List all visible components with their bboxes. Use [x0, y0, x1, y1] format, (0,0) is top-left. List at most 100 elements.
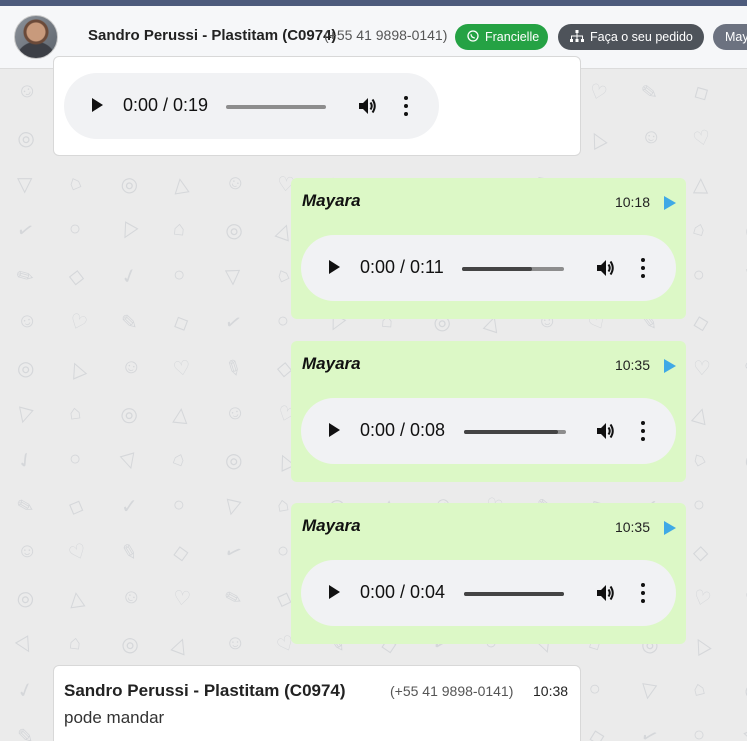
volume-icon[interactable] [594, 582, 616, 604]
wallpaper-doodle-icon: ⌂ [64, 170, 85, 196]
wallpaper-doodle-icon: △ [65, 355, 89, 383]
order-button-label: Faça o seu pedido [590, 30, 693, 44]
audio-time: 0:00 / 0:08 [360, 420, 446, 440]
order-button[interactable]: Faça o seu pedido [558, 24, 704, 50]
audio-seek-bar[interactable] [226, 105, 326, 109]
wallpaper-doodle-icon: ◇ [65, 493, 88, 521]
wallpaper-doodle-icon: ◎ [222, 217, 246, 245]
play-indicator-icon[interactable] [664, 196, 676, 210]
wallpaper-doodle-icon: ✎ [120, 311, 138, 335]
audio-play-icon[interactable] [329, 423, 340, 437]
wallpaper-doodle-icon: ✎ [741, 355, 747, 383]
wallpaper-doodle-icon: ○ [169, 262, 189, 288]
wallpaper-doodle-icon: ☺ [118, 353, 144, 381]
wallpaper-doodle-icon: ✓ [120, 495, 138, 519]
audio-play-icon[interactable] [329, 260, 340, 274]
wallpaper-doodle-icon: ⌂ [275, 493, 291, 517]
wallpaper-doodle-icon: ◎ [17, 358, 35, 380]
wallpaper-doodle-icon: ◎ [118, 632, 142, 658]
wallpaper-doodle-icon: ◇ [692, 541, 709, 565]
wallpaper-doodle-icon: △ [692, 173, 709, 197]
wallpaper-doodle-icon: △ [688, 631, 714, 659]
wallpaper-doodle-icon: ☺ [222, 399, 249, 427]
wallpaper-doodle-icon: ⌂ [171, 217, 187, 241]
audio-seek-bar[interactable] [464, 592, 564, 596]
message-bubble-outgoing: Mayara 10:35 0:00 / 0:08 [291, 341, 686, 482]
audio-play-icon[interactable] [329, 585, 340, 599]
more-options-icon[interactable] [403, 94, 409, 118]
contact-avatar[interactable] [14, 15, 58, 59]
wallpaper-doodle-icon: ⌂ [690, 676, 708, 702]
wallpaper-doodle-icon: ✓ [741, 309, 747, 337]
wallpaper-doodle-icon: ✎ [741, 125, 747, 153]
wallpaper-doodle-icon: ♡ [65, 539, 91, 567]
wallpaper-doodle-icon: ◎ [743, 219, 747, 243]
audio-play-icon[interactable] [92, 98, 103, 112]
wallpaper-doodle-icon: ▽ [741, 493, 747, 521]
wallpaper-doodle-icon: ○ [584, 676, 606, 702]
wallpaper-doodle-icon: ◎ [116, 401, 143, 429]
audio-player[interactable]: 0:00 / 0:19 [64, 73, 439, 139]
wallpaper-doodle-icon: ○ [276, 539, 291, 563]
contact-name: Sandro Perussi - Plastitam (C0974) [88, 27, 337, 44]
wallpaper-doodle-icon: ♡ [690, 126, 714, 152]
audio-seek-fill [464, 430, 558, 434]
wallpaper-doodle-icon: ⌂ [688, 446, 710, 472]
wallpaper-doodle-icon: ✎ [12, 263, 39, 291]
wallpaper-doodle-icon: ⌂ [67, 401, 83, 425]
wallpaper-doodle-icon: ✎ [743, 587, 747, 611]
wallpaper-doodle-icon: ☺ [743, 630, 747, 656]
volume-icon[interactable] [594, 257, 616, 279]
wallpaper-doodle-icon: ▽ [14, 402, 35, 428]
audio-player[interactable]: 0:00 / 0:04 [301, 560, 676, 626]
wallpaper-doodle-icon: ▽ [224, 265, 241, 289]
play-indicator-icon[interactable] [664, 521, 676, 535]
volume-icon[interactable] [594, 420, 616, 442]
wallpaper-doodle-icon: ♡ [65, 309, 91, 337]
wallpaper-doodle-icon: ○ [692, 723, 706, 741]
wallpaper-doodle-icon: ▽ [116, 217, 141, 245]
wallpaper-doodle-icon: ⌂ [67, 631, 83, 655]
message-bubble-outgoing: Mayara 10:18 0:00 / 0:11 [291, 178, 686, 319]
audio-seek-bar[interactable] [464, 430, 566, 434]
more-options-icon[interactable] [640, 256, 646, 280]
wallpaper-doodle-icon: ◇ [169, 309, 193, 337]
wallpaper-doodle-icon: ▽ [639, 678, 658, 704]
wallpaper-doodle-icon: ⌂ [169, 446, 189, 472]
wallpaper-doodle-icon: △ [171, 403, 190, 427]
wallpaper-doodle-icon: ☺ [12, 76, 42, 106]
more-options-icon[interactable] [640, 581, 646, 605]
audio-player[interactable]: 0:00 / 0:08 [301, 398, 676, 464]
volume-icon[interactable] [356, 95, 378, 117]
message-bubble-incoming: Sandro Perussi - Plastitam (C0974) (+55 … [53, 665, 581, 741]
agent-button-francielle[interactable]: Francielle [455, 24, 548, 50]
wallpaper-doodle-icon: ▽ [118, 448, 140, 474]
audio-time: 0:00 / 0:11 [360, 257, 444, 277]
wallpaper-doodle-icon: ▽ [12, 631, 38, 659]
wallpaper-doodle-icon: ♡ [171, 356, 193, 382]
message-sender-phone: (+55 41 9898-0141) [390, 683, 514, 699]
wallpaper-doodle-icon: ✓ [741, 539, 747, 567]
wallpaper-doodle-icon: ✎ [118, 540, 141, 566]
message-time: 10:38 [533, 683, 569, 699]
wallpaper-doodle-icon: ◎ [14, 126, 38, 152]
wallpaper-doodle-icon: ♡ [692, 357, 712, 381]
wallpaper-doodle-icon: ⌂ [690, 216, 709, 242]
wallpaper-doodle-icon: △ [584, 125, 609, 153]
wallpaper-doodle-icon: ✓ [118, 264, 141, 290]
wallpaper-doodle-icon: ○ [275, 309, 291, 333]
wallpaper-doodle-icon: ◎ [118, 172, 141, 198]
wallpaper-doodle-icon: ♡ [690, 585, 714, 613]
wallpaper-doodle-icon: ☺ [221, 168, 250, 198]
wallpaper-doodle-icon: ✎ [220, 355, 246, 383]
message-time: 10:35 [614, 519, 650, 535]
more-options-icon[interactable] [640, 419, 646, 443]
play-indicator-icon[interactable] [664, 359, 676, 373]
audio-player[interactable]: 0:00 / 0:11 [301, 235, 676, 301]
wallpaper-doodle-icon: ◇ [171, 540, 191, 566]
agent-button-may[interactable]: May [713, 24, 747, 50]
audio-seek-bar[interactable] [462, 267, 564, 271]
message-sender: Mayara [302, 516, 361, 535]
wallpaper-doodle-icon: ◇ [586, 724, 607, 741]
wallpaper-doodle-icon: ◎ [14, 586, 37, 612]
